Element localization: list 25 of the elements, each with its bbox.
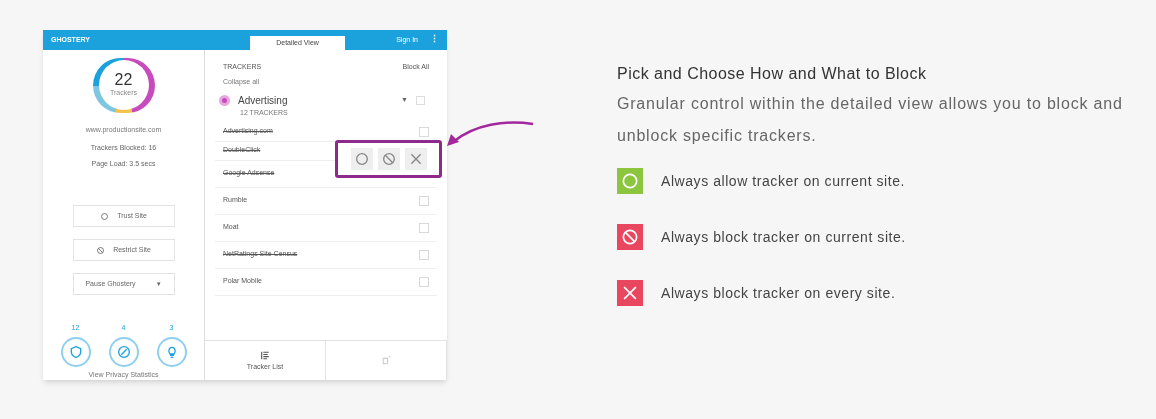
feature-title: Pick and Choose How and What to Block bbox=[617, 64, 928, 84]
stat-button[interactable] bbox=[156, 336, 187, 367]
stat-button[interactable] bbox=[108, 336, 139, 367]
tracker-checkbox[interactable] bbox=[419, 222, 429, 233]
tracker-count: 22 bbox=[114, 72, 133, 88]
category-name[interactable]: Advertising bbox=[238, 93, 288, 108]
tracker-checkbox[interactable] bbox=[419, 276, 429, 287]
tracker-action-button[interactable] bbox=[350, 148, 373, 170]
tracker-checkbox[interactable] bbox=[419, 126, 429, 137]
circle-icon bbox=[100, 211, 110, 221]
category-icon bbox=[219, 95, 230, 106]
stat-button[interactable] bbox=[60, 336, 91, 367]
tracker-checkbox[interactable] bbox=[419, 249, 429, 260]
circle-icon bbox=[353, 151, 370, 167]
legend-text: Always allow tracker on current site. bbox=[661, 171, 906, 191]
category-checkbox[interactable] bbox=[416, 96, 425, 105]
feature-description: Granular control within the detailed view allows you to block and unblock specific trackers. bbox=[617, 94, 1124, 146]
tracker-action-button[interactable] bbox=[377, 148, 400, 170]
prohibit-icon bbox=[380, 151, 397, 167]
slash-circle-icon bbox=[115, 343, 132, 360]
tracker-action-button[interactable] bbox=[404, 148, 427, 170]
tracker-checkbox[interactable] bbox=[419, 195, 429, 206]
legend-text: Always block tracker on every site. bbox=[661, 283, 896, 303]
prohibit-icon bbox=[96, 245, 106, 255]
legend-text: Always block tracker on current site. bbox=[661, 227, 906, 247]
